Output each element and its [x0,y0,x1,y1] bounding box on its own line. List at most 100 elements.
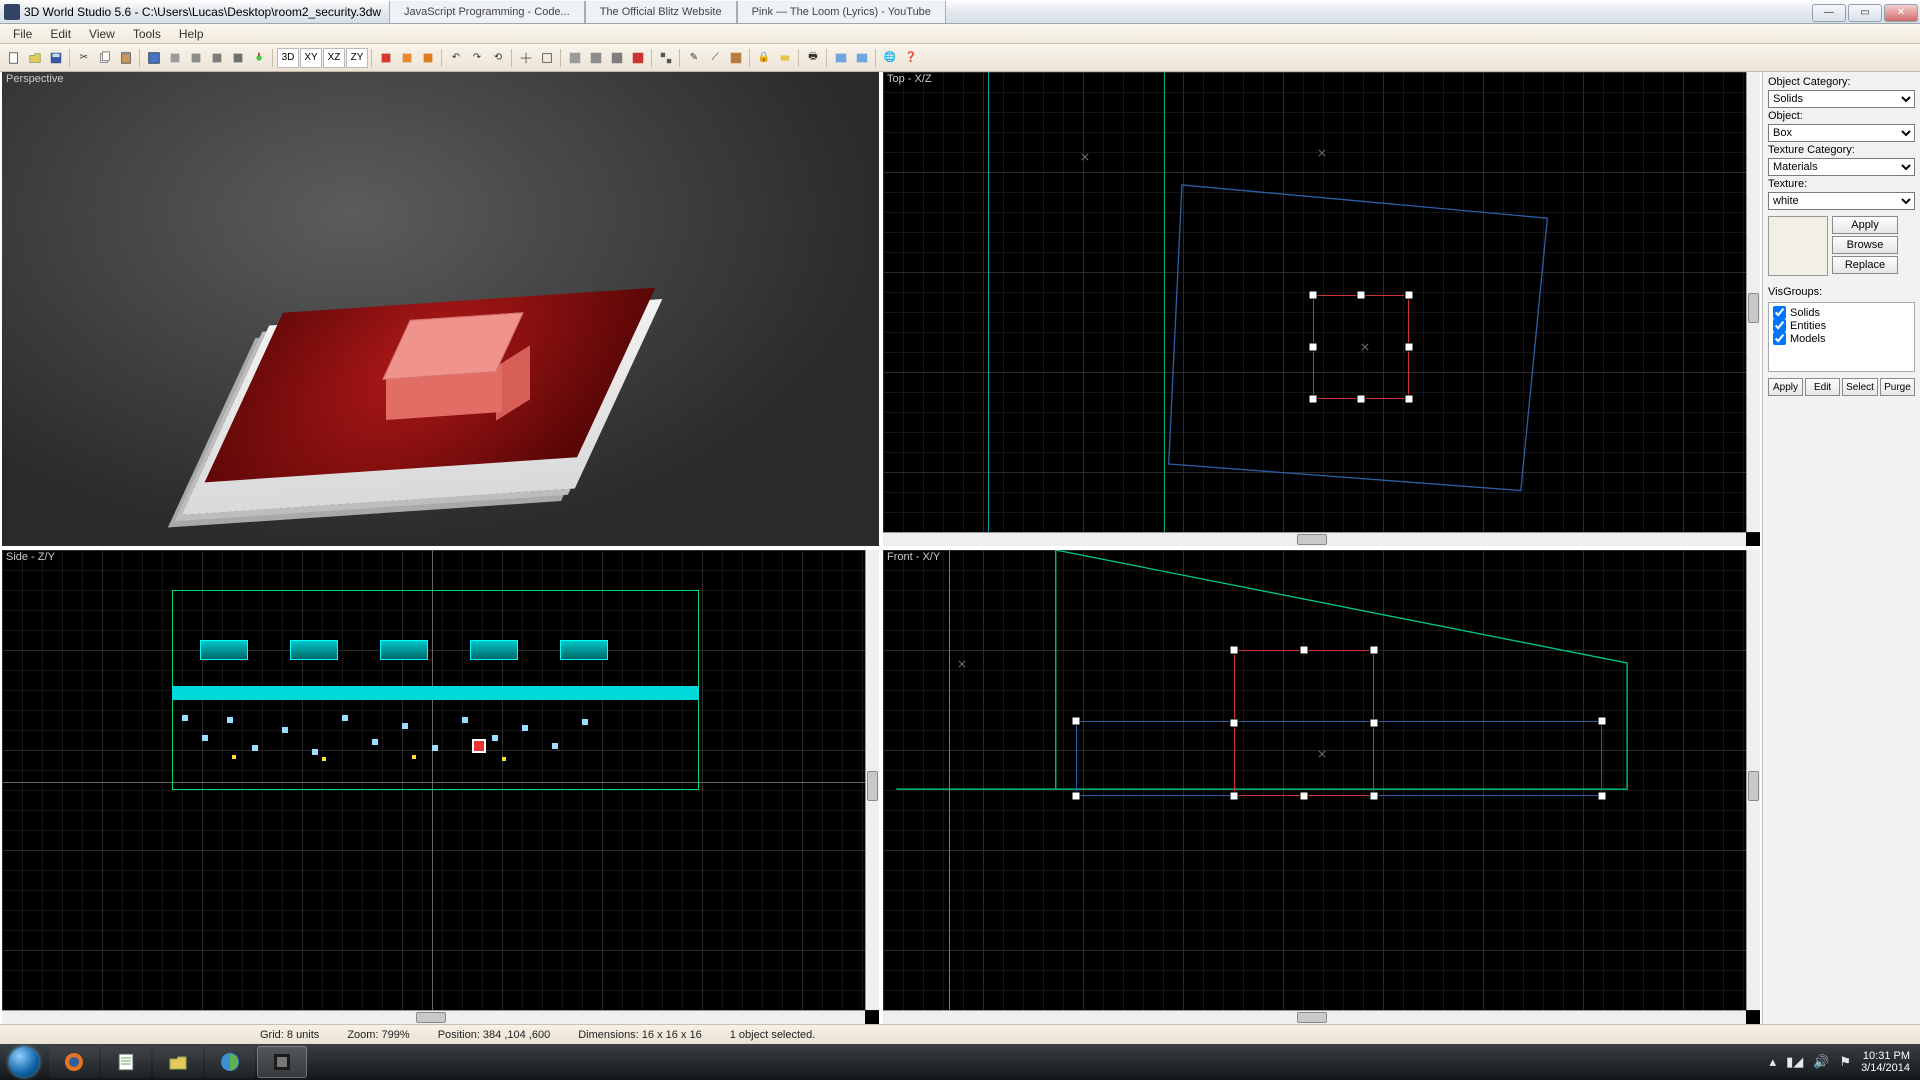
viewport-front[interactable]: Front - X/Y [883,550,1760,1024]
open-icon[interactable] [25,48,45,68]
menu-help[interactable]: Help [170,25,213,43]
object-label: Object: [1768,110,1915,122]
menu-tools[interactable]: Tools [124,25,170,43]
pencil-icon[interactable]: ✎ [684,48,704,68]
object-category-label: Object Category: [1768,76,1915,88]
tray-volume-icon[interactable]: 🔊 [1813,1054,1829,1070]
texture-select[interactable]: white [1768,192,1915,210]
taskbar-app2-icon[interactable] [205,1046,255,1078]
aero-tab[interactable]: The Official Blitz Website [585,1,737,23]
browse-texture-button[interactable]: Browse [1832,236,1898,254]
tray-show-hidden-icon[interactable]: ▴ [1770,1054,1777,1070]
options2-icon[interactable] [852,48,872,68]
visgroup-entities[interactable]: Entities [1773,319,1910,332]
tray-network-icon[interactable]: ▮◢ [1786,1054,1803,1070]
brush2-icon[interactable] [186,48,206,68]
menu-file[interactable]: File [4,25,41,43]
brush3-icon[interactable] [207,48,227,68]
minimize-button[interactable]: — [1812,4,1846,22]
csg1-icon[interactable] [565,48,585,68]
align-icon[interactable] [516,48,536,68]
texture-preview [1768,216,1828,276]
status-dimensions: Dimensions: 16 x 16 x 16 [578,1029,702,1041]
system-tray: ▴ ▮◢ 🔊 ⚑ 10:31 PM 3/14/2014 [1760,1050,1920,1074]
red-cube-icon[interactable] [376,48,396,68]
tray-clock[interactable]: 10:31 PM 3/14/2014 [1861,1050,1910,1074]
object-select[interactable]: Box [1768,124,1915,142]
help-globe-icon[interactable]: 🌐 [880,48,900,68]
redo-icon[interactable]: ↷ [467,48,487,68]
save-icon[interactable] [46,48,66,68]
scrollbar-vertical[interactable] [1746,72,1760,532]
texture-category-select[interactable]: Materials [1768,158,1915,176]
close-button[interactable]: ✕ [1884,4,1918,22]
vg-apply-button[interactable]: Apply [1768,378,1803,396]
visgroups-label: VisGroups: [1768,286,1915,298]
group-icon[interactable] [656,48,676,68]
aero-tab[interactable]: JavaScript Programming - Code... [389,1,585,23]
scrollbar-horizontal[interactable] [883,532,1746,546]
viewport-perspective[interactable]: Perspective [2,72,879,546]
context-help-icon[interactable]: ❓ [901,48,921,68]
taskbar-notepad-icon[interactable] [101,1046,151,1078]
taskbar: ▴ ▮◢ 🔊 ⚑ 10:31 PM 3/14/2014 [0,1044,1920,1080]
options1-icon[interactable] [831,48,851,68]
vg-select-button[interactable]: Select [1842,378,1878,396]
print-icon[interactable]: 🖶 [803,48,823,68]
view-zy-button[interactable]: ZY [346,48,368,68]
aero-peek-tabs: JavaScript Programming - Code... The Off… [389,1,946,23]
texture-category-label: Texture Category: [1768,144,1915,156]
status-selection: 1 object selected. [730,1029,816,1041]
menu-edit[interactable]: Edit [41,25,80,43]
visgroup-models[interactable]: Models [1773,332,1910,345]
new-icon[interactable] [4,48,24,68]
scrollbar-horizontal[interactable] [2,1010,865,1024]
replace-texture-button[interactable]: Replace [1832,256,1898,274]
cut-icon[interactable]: ✂ [74,48,94,68]
lock-icon[interactable]: 🔒 [754,48,774,68]
app-icon [4,4,20,20]
hide-icon[interactable] [775,48,795,68]
vg-edit-button[interactable]: Edit [1805,378,1840,396]
status-zoom: Zoom: 799% [347,1029,409,1041]
undo-icon[interactable]: ↶ [446,48,466,68]
view-xz-button[interactable]: XZ [323,48,345,68]
select-tool-icon[interactable] [144,48,164,68]
snap-icon[interactable] [537,48,557,68]
view-xy-button[interactable]: XY [300,48,322,68]
viewport-label: Perspective [2,72,67,86]
start-button[interactable] [0,1044,48,1080]
scrollbar-vertical[interactable] [1746,550,1760,1010]
copy-icon[interactable] [95,48,115,68]
scrollbar-horizontal[interactable] [883,1010,1746,1024]
scrollbar-vertical[interactable] [865,550,879,1010]
vg-purge-button[interactable]: Purge [1880,378,1915,396]
apply-texture-button[interactable]: Apply [1832,216,1898,234]
rotate-icon[interactable]: ⟲ [488,48,508,68]
brush-tool-icon[interactable] [165,48,185,68]
tray-action-icon[interactable]: ⚑ [1839,1054,1851,1070]
object-category-select[interactable]: Solids [1768,90,1915,108]
viewport-top[interactable]: Top - X/Z [883,72,1760,546]
menu-view[interactable]: View [80,25,124,43]
csg3-icon[interactable] [607,48,627,68]
eyedrop-icon[interactable]: ⟋ [705,48,725,68]
visgroup-solids[interactable]: Solids [1773,306,1910,319]
maximize-button[interactable]: ▭ [1848,4,1882,22]
csg2-icon[interactable] [586,48,606,68]
taskbar-3dws-icon[interactable] [257,1046,307,1078]
brush4-icon[interactable] [228,48,248,68]
aero-tab[interactable]: Pink — The Loom (Lyrics) - YouTube [737,1,946,23]
taskbar-explorer-icon[interactable] [153,1046,203,1078]
texture-icon[interactable] [726,48,746,68]
window-titlebar: 3D World Studio 5.6 - C:\Users\Lucas\Des… [0,0,1920,24]
entity-tool-icon[interactable] [249,48,269,68]
view-3d-button[interactable]: 3D [277,48,299,68]
csg4-icon[interactable] [628,48,648,68]
menu-bar: File Edit View Tools Help [0,24,1920,44]
orange2-cube-icon[interactable] [418,48,438,68]
orange-cube-icon[interactable] [397,48,417,68]
viewport-side[interactable]: Side - Z/Y [2,550,879,1024]
taskbar-firefox-icon[interactable] [49,1046,99,1078]
paste-icon[interactable] [116,48,136,68]
